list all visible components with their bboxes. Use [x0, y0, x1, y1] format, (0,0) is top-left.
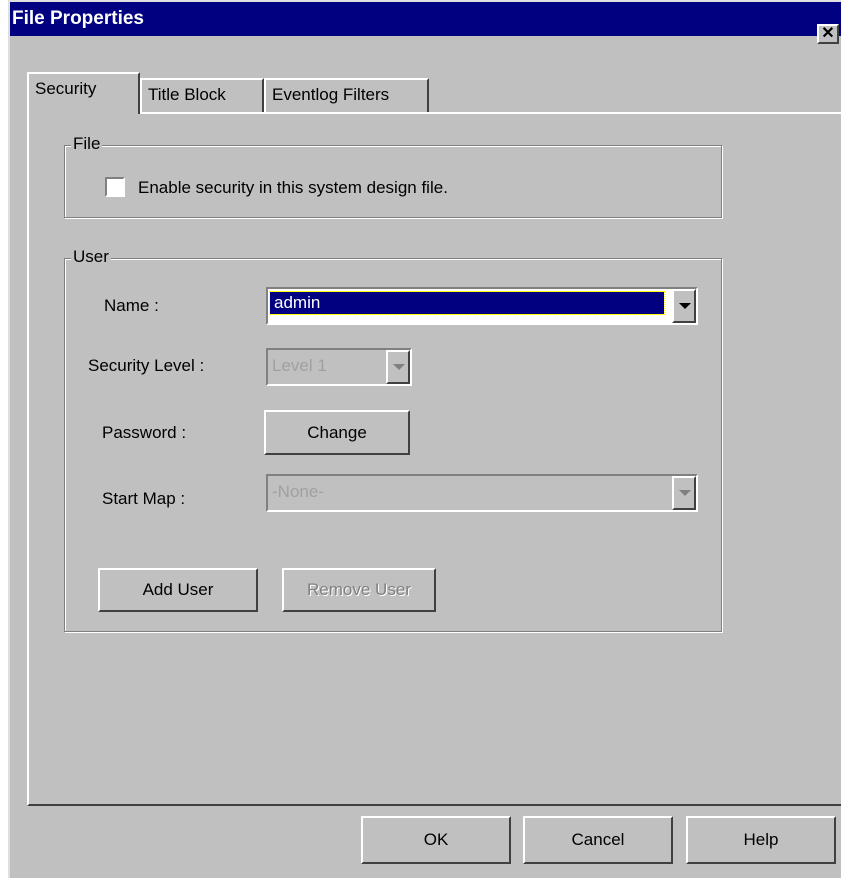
close-icon[interactable]: ✕: [817, 24, 839, 44]
start-map-combobox[interactable]: -None-: [266, 474, 698, 512]
chevron-down-icon[interactable]: [672, 476, 696, 510]
tab-security-label: Security: [35, 79, 97, 98]
change-password-button-label: Change: [307, 423, 367, 442]
enable-security-checkbox[interactable]: [105, 177, 125, 197]
tab-title-block[interactable]: Title Block: [140, 78, 264, 112]
security-level-label: Security Level :: [88, 356, 205, 375]
security-level-combobox[interactable]: Level 1: [266, 348, 412, 386]
help-button-label: Help: [743, 830, 779, 849]
tab-eventlog-filters[interactable]: Eventlog Filters: [264, 78, 429, 112]
tab-security[interactable]: Security: [27, 72, 140, 114]
change-password-button[interactable]: Change: [264, 410, 410, 455]
remove-user-button-label: Remove User: [307, 580, 411, 599]
password-label: Password :: [102, 423, 187, 442]
ok-button[interactable]: OK: [361, 816, 511, 864]
file-group-legend: File: [71, 134, 103, 154]
security-level-value: Level 1: [272, 356, 327, 375]
add-user-button[interactable]: Add User: [98, 568, 258, 612]
remove-user-button[interactable]: Remove User: [282, 568, 436, 612]
name-label: Name :: [104, 296, 159, 315]
name-combobox[interactable]: admin: [266, 287, 698, 325]
tab-title-block-label: Title Block: [148, 85, 226, 104]
start-map-value: -None-: [272, 482, 324, 501]
name-value: admin: [269, 291, 665, 315]
ok-button-label: OK: [423, 830, 449, 849]
chevron-down-icon[interactable]: [386, 350, 410, 384]
cancel-button-label: Cancel: [571, 830, 625, 849]
user-group-legend: User: [71, 247, 111, 267]
title-bar[interactable]: File Properties: [10, 2, 841, 36]
tab-eventlog-filters-label: Eventlog Filters: [272, 85, 390, 104]
add-user-button-label: Add User: [142, 580, 214, 599]
chevron-down-icon[interactable]: [672, 289, 696, 323]
help-button[interactable]: Help: [686, 816, 836, 864]
enable-security-label[interactable]: Enable security in this system design fi…: [138, 178, 448, 198]
window-title: File Properties: [12, 8, 144, 29]
cancel-button[interactable]: Cancel: [523, 816, 673, 864]
start-map-label: Start Map :: [102, 489, 186, 508]
